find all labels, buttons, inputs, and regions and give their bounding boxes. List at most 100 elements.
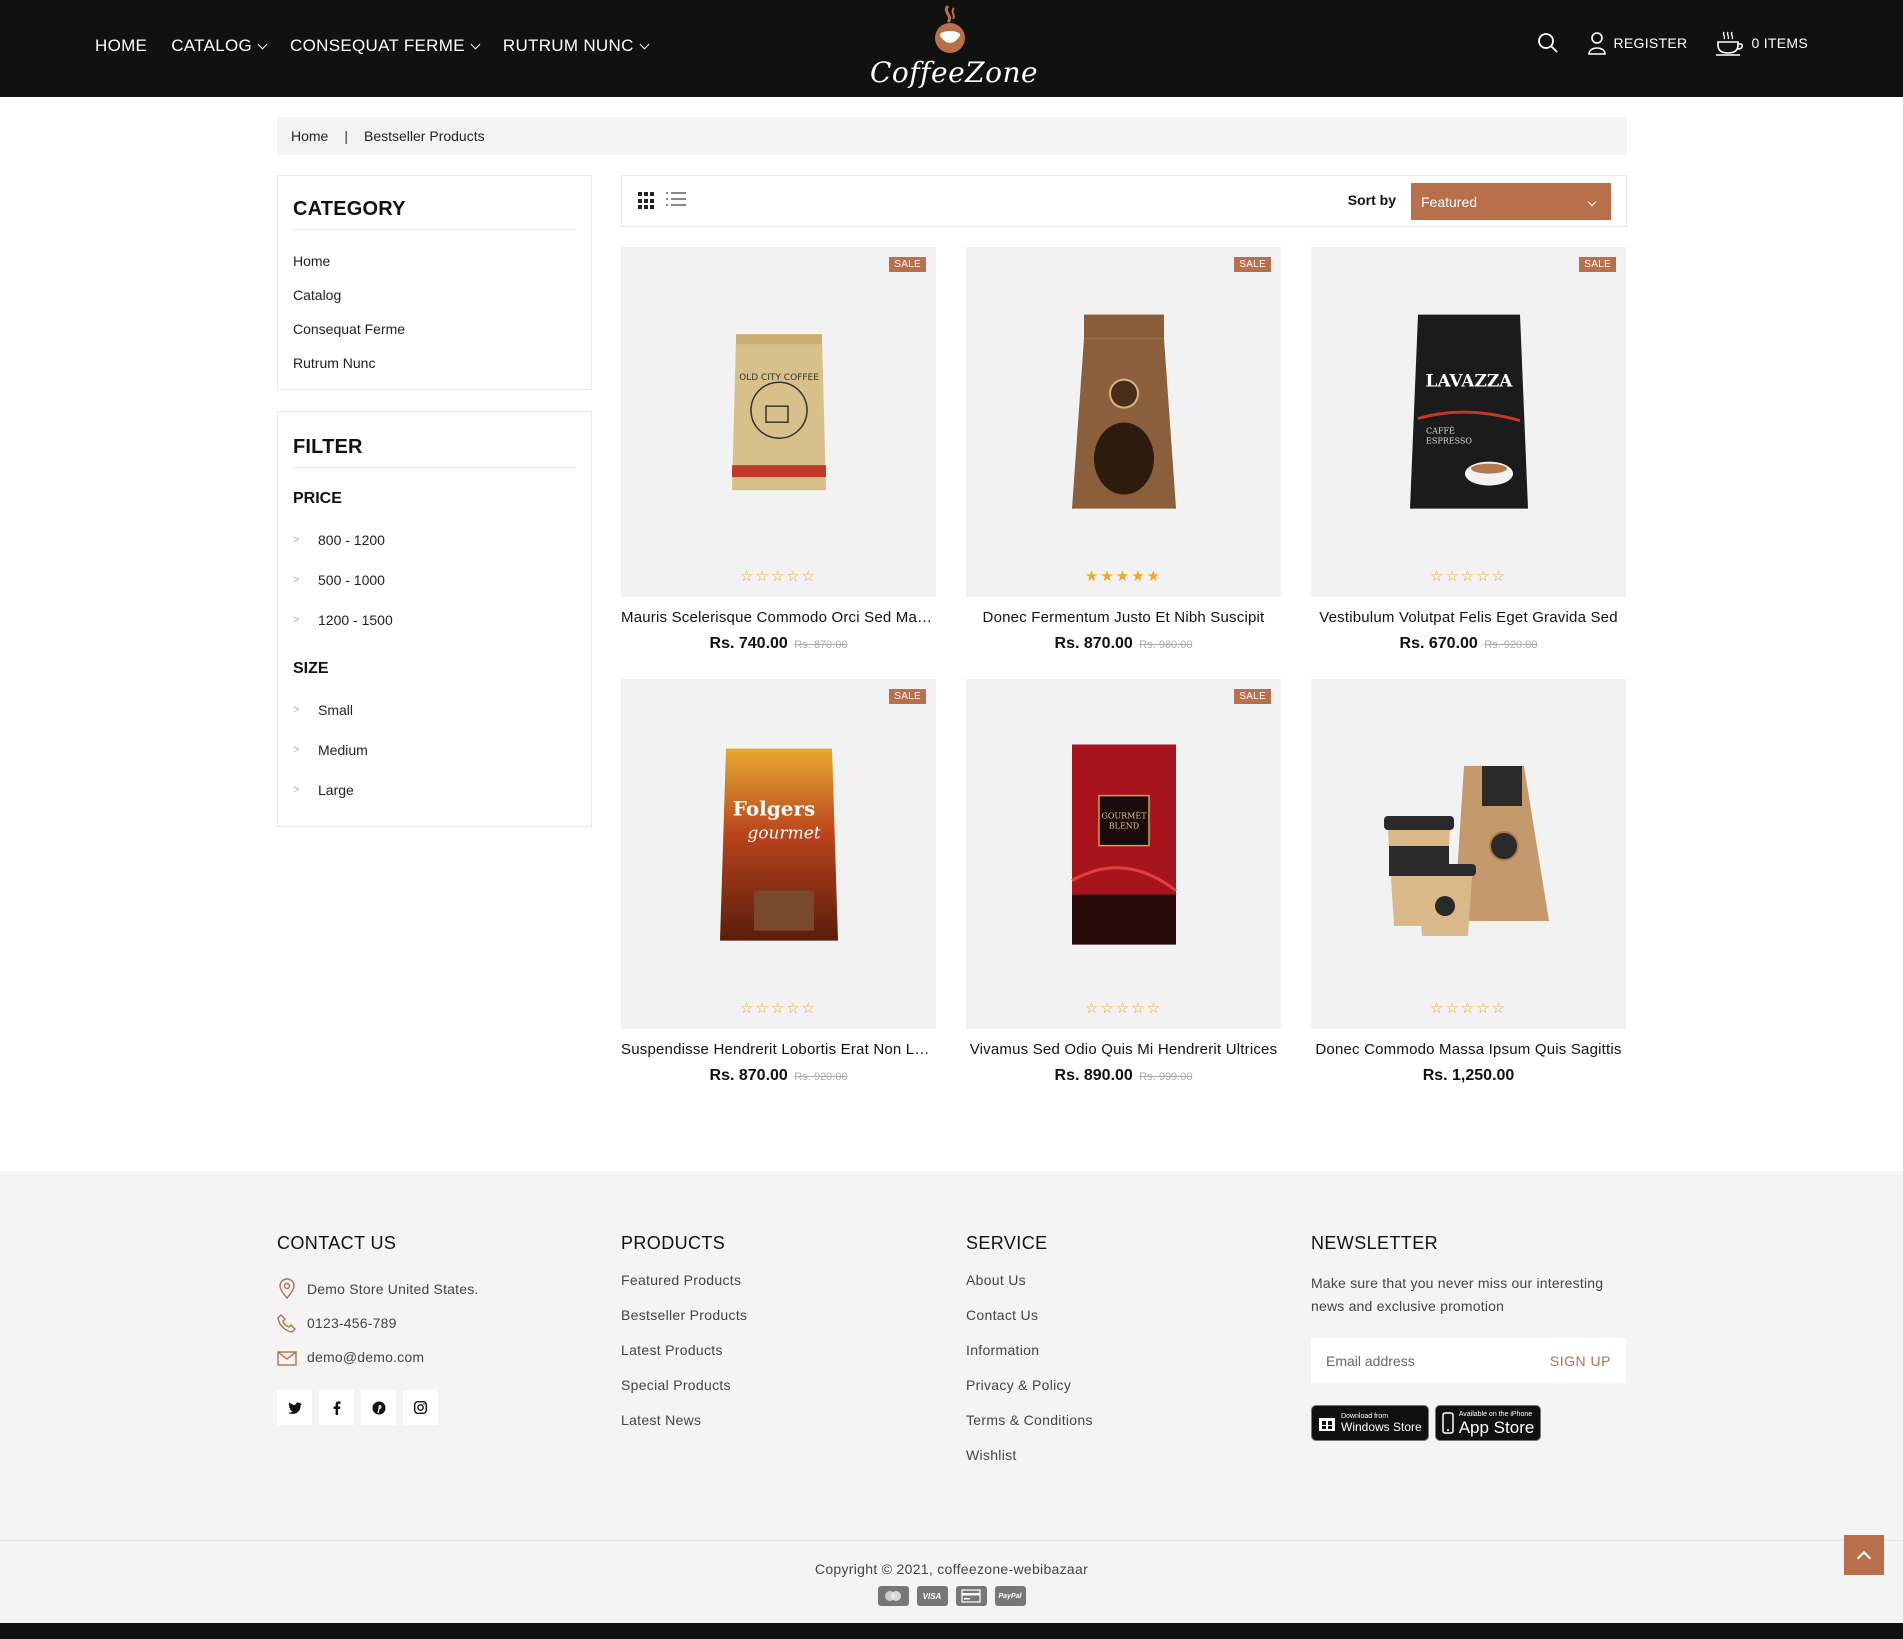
chevron-right-icon: > — [293, 534, 300, 546]
category-item[interactable]: Rutrum Nunc — [293, 346, 576, 380]
sale-badge: SALE — [1234, 689, 1271, 704]
phone-icon — [277, 1314, 296, 1333]
svg-text:Folgers: Folgers — [732, 797, 815, 821]
footer-link[interactable]: Contact Us — [966, 1307, 1093, 1342]
list-view-icon[interactable] — [666, 192, 686, 210]
product-name[interactable]: Donec Fermentum Justo Et Nibh Suscipit — [966, 609, 1281, 626]
product-old-price: Rs. 920.00 — [1484, 639, 1538, 651]
product-card[interactable]: OLD CITY COFFEE SALE ☆☆☆☆☆ Mauris Sceler… — [621, 247, 936, 653]
sort-select[interactable]: Featured — [1411, 183, 1611, 220]
price-filter-label: 500 - 1000 — [318, 572, 385, 588]
nav-catalog[interactable]: CATALOG — [171, 36, 268, 56]
nav-rutrum-nunc[interactable]: RUTRUM NUNC — [503, 36, 650, 56]
product-card[interactable]: LAVAZZA CAFFÈ ESPRESSO SALE ☆☆☆☆☆ Vestib… — [1311, 247, 1626, 653]
product-image-area[interactable]: OLD CITY COFFEE SALE ☆☆☆☆☆ — [621, 247, 936, 597]
grid-view-icon[interactable] — [638, 192, 656, 210]
product-card[interactable]: ☆☆☆☆☆ Donec Commodo Massa Ipsum Quis Sag… — [1311, 679, 1626, 1085]
product-card[interactable]: SALE ★★★★★ Donec Fermentum Justo Et Nibh… — [966, 247, 1281, 653]
product-name[interactable]: Donec Commodo Massa Ipsum Quis Sagittis — [1311, 1041, 1626, 1058]
filter-title: FILTER — [293, 436, 576, 468]
svg-text:GOURMET: GOURMET — [1101, 812, 1147, 821]
pinterest-icon[interactable] — [361, 1390, 396, 1425]
windows-store-badge[interactable]: Download from Windows Store — [1311, 1405, 1429, 1441]
bottom-bar — [0, 1623, 1903, 1639]
product-card[interactable]: GOURMET BLEND SALE ☆☆☆☆☆ Vivamus Sed Odi… — [966, 679, 1281, 1085]
visa-icon: VISA — [916, 1586, 948, 1606]
contact-phone: 0123-456-789 — [277, 1306, 479, 1340]
size-filter-option[interactable]: > Small — [293, 690, 576, 730]
chevron-right-icon: > — [293, 574, 300, 586]
app-store-badge[interactable]: Available on the iPhone App Store — [1434, 1405, 1542, 1441]
size-filter-option[interactable]: > Medium — [293, 730, 576, 770]
nav-catalog-label: CATALOG — [171, 36, 253, 55]
nav-consequat-ferme[interactable]: CONSEQUAT FERME — [290, 36, 481, 56]
price-filter-title: PRICE — [293, 490, 342, 507]
product-image-area[interactable]: SALE ★★★★★ — [966, 247, 1281, 597]
sort-select-value: Featured — [1421, 193, 1478, 210]
product-card[interactable]: Folgers gourmet SALE ☆☆☆☆☆ Suspendisse H… — [621, 679, 936, 1085]
footer-link[interactable]: Information — [966, 1342, 1093, 1377]
price-filter-option[interactable]: >500 - 1000 — [293, 560, 576, 600]
newsletter-signup-button[interactable]: SIGN UP — [1550, 1353, 1611, 1369]
product-price: Rs. 870.00 — [709, 1067, 788, 1084]
product-image-area[interactable]: ☆☆☆☆☆ — [1311, 679, 1626, 1029]
chevron-right-icon: > — [293, 614, 300, 626]
product-price: Rs. 870.00 — [1054, 635, 1133, 652]
facebook-icon[interactable] — [319, 1390, 354, 1425]
scroll-to-top-button[interactable] — [1844, 1535, 1884, 1575]
chevron-down-icon — [1587, 197, 1597, 207]
product-name[interactable]: Vestibulum Volutpat Felis Eget Gravida S… — [1311, 609, 1626, 626]
footer-link[interactable]: Terms & Conditions — [966, 1412, 1093, 1447]
footer-link[interactable]: Latest Products — [621, 1342, 747, 1377]
breadcrumb-home[interactable]: Home — [291, 128, 328, 144]
instagram-icon[interactable] — [403, 1390, 438, 1425]
svg-text:OLD CITY COFFEE: OLD CITY COFFEE — [739, 373, 819, 383]
product-price-row: Rs. 890.00 Rs. 999.00 — [966, 1067, 1281, 1085]
contact-email-text[interactable]: demo@demo.com — [307, 1349, 424, 1365]
footer-link[interactable]: Bestseller Products — [621, 1307, 747, 1342]
twitter-icon[interactable] — [277, 1390, 312, 1425]
user-icon — [1588, 32, 1607, 55]
size-filter-option[interactable]: > Large — [293, 770, 576, 810]
social-links — [277, 1390, 479, 1425]
nav-home[interactable]: HOME — [95, 36, 147, 56]
product-image-area[interactable]: GOURMET BLEND SALE ☆☆☆☆☆ — [966, 679, 1281, 1029]
category-item[interactable]: Consequat Ferme — [293, 312, 576, 346]
size-filter-label: Medium — [318, 742, 368, 758]
product-old-price: Rs. 980.00 — [1139, 639, 1193, 651]
footer-service-column: SERVICE About Us Contact Us Information … — [966, 1233, 1093, 1482]
copyright-text: Copyright © 2021, coffeezone-webibazaar — [814, 1561, 1089, 1577]
product-price: Rs. 740.00 — [709, 635, 788, 652]
svg-text:gourmet: gourmet — [747, 824, 820, 844]
footer-link[interactable]: Privacy & Policy — [966, 1377, 1093, 1412]
footer-link[interactable]: Special Products — [621, 1377, 747, 1412]
footer-link[interactable]: Wishlist — [966, 1447, 1093, 1482]
product-name[interactable]: Vivamus Sed Odio Quis Mi Hendrerit Ultri… — [966, 1041, 1281, 1058]
site-logo[interactable]: CoffeeZone — [870, 4, 1038, 94]
sale-badge: SALE — [1234, 257, 1271, 272]
product-image-area[interactable]: LAVAZZA CAFFÈ ESPRESSO SALE ☆☆☆☆☆ — [1311, 247, 1626, 597]
category-item[interactable]: Catalog — [293, 278, 576, 312]
size-filter-label: Large — [318, 782, 354, 798]
breadcrumb: Home | Bestseller Products — [277, 117, 1627, 155]
price-filter-option[interactable]: >800 - 1200 — [293, 520, 576, 560]
product-image-area[interactable]: Folgers gourmet SALE ☆☆☆☆☆ — [621, 679, 936, 1029]
newsletter-email-input[interactable] — [1326, 1352, 1516, 1369]
size-filter-title: SIZE — [293, 660, 329, 677]
category-item[interactable]: Home — [293, 244, 576, 278]
product-name[interactable]: Mauris Scelerisque Commodo Orci Sed Matt… — [621, 609, 936, 626]
sale-badge: SALE — [889, 689, 926, 704]
footer-link[interactable]: Latest News — [621, 1412, 747, 1447]
cart-link[interactable]: 0 ITEMS — [1715, 30, 1808, 56]
header-actions: REGISTER 0 ITEMS — [1537, 30, 1808, 56]
footer-bottom: Copyright © 2021, coffeezone-webibazaar … — [0, 1540, 1903, 1623]
size-filter-label: Small — [318, 702, 354, 718]
contact-phone-text[interactable]: 0123-456-789 — [307, 1315, 397, 1331]
paypal-icon: PayPal — [994, 1586, 1026, 1606]
footer-link[interactable]: Featured Products — [621, 1272, 747, 1307]
search-button[interactable] — [1537, 32, 1559, 54]
footer-link[interactable]: About Us — [966, 1272, 1093, 1307]
price-filter-option[interactable]: >1200 - 1500 — [293, 600, 576, 640]
product-name[interactable]: Suspendisse Hendrerit Lobortis Erat Non … — [621, 1041, 936, 1058]
register-link[interactable]: REGISTER — [1587, 31, 1687, 55]
